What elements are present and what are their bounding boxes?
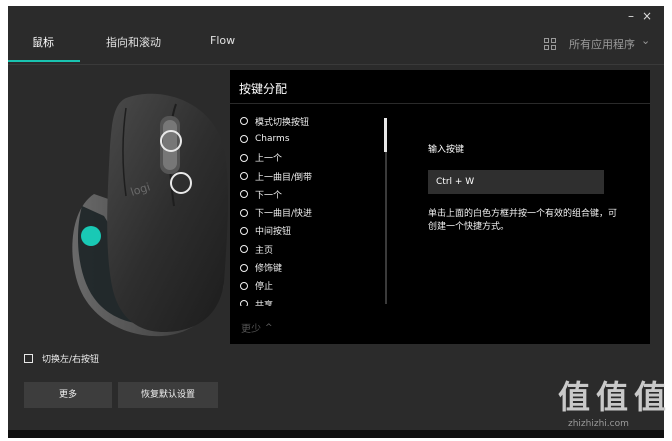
chevron-down-icon[interactable]: ⌄ xyxy=(641,34,650,47)
keystroke-help-text: 单击上面的白色方框并按一个有效的组合键，可创建一个快捷方式。 xyxy=(428,209,618,232)
action-list: 模式切换按钮 Charms 上一个 上一曲目/倒带 下一个 下一曲目/快进 中间… xyxy=(240,112,390,306)
swap-buttons-checkbox[interactable] xyxy=(24,354,33,363)
logitech-options-window: – × 鼠标 指向和滚动 Flow 所有应用程序 ⌄ logi 按键分配 模式切… xyxy=(8,6,664,438)
keystroke-input[interactable] xyxy=(428,170,604,194)
panel-header: 按键分配 xyxy=(230,70,650,104)
radio-icon[interactable] xyxy=(240,300,248,306)
watermark-logo: 值 值 值 xyxy=(556,378,670,416)
list-item[interactable]: 停止 xyxy=(240,277,390,295)
list-item[interactable]: 共享 xyxy=(240,295,390,306)
chevron-up-icon: ^ xyxy=(265,322,273,333)
action-label: 上一曲目/倒带 xyxy=(255,172,313,183)
list-item[interactable]: 主页 xyxy=(240,240,390,258)
watermark-char: 值 xyxy=(633,378,666,416)
close-button[interactable]: × xyxy=(638,8,656,24)
list-item[interactable]: 下一个 xyxy=(240,185,390,203)
hotspot-thumb-button-active[interactable] xyxy=(81,226,101,246)
tab-bar: 鼠标 指向和滚动 Flow 所有应用程序 ⌄ xyxy=(8,28,664,64)
mouse-illustration: logi xyxy=(64,86,234,350)
app-selector[interactable]: 所有应用程序 xyxy=(569,36,635,52)
tab-point-and-scroll[interactable]: 指向和滚动 xyxy=(106,34,161,50)
radio-icon[interactable] xyxy=(240,190,248,199)
restore-defaults-button[interactable]: 恢复默认设置 xyxy=(118,382,218,408)
radio-icon[interactable] xyxy=(240,135,248,144)
action-label: 中间按钮 xyxy=(255,227,292,238)
radio-icon[interactable] xyxy=(240,281,248,290)
keystroke-label: 输入按键 xyxy=(428,145,465,155)
title-bar: – × xyxy=(8,6,664,28)
action-label: 停止 xyxy=(255,282,274,293)
radio-icon[interactable] xyxy=(240,153,248,162)
watermark-char: 值 xyxy=(557,378,590,416)
action-label: 下一个 xyxy=(255,190,283,201)
list-item[interactable]: Charms xyxy=(240,130,390,148)
action-label: Charms xyxy=(255,134,290,145)
action-label: 下一曲目/快进 xyxy=(255,209,313,220)
grid-icon[interactable] xyxy=(544,38,556,50)
bottom-strip xyxy=(8,430,664,438)
tab-flow[interactable]: Flow xyxy=(210,34,235,47)
list-item[interactable]: 下一曲目/快进 xyxy=(240,203,390,221)
less-label: 更少 xyxy=(241,324,261,335)
swap-buttons-label: 切换左/右按钮 xyxy=(42,355,100,365)
hotspot-middle-button[interactable] xyxy=(170,172,192,194)
list-item[interactable]: 中间按钮 xyxy=(240,222,390,240)
tab-mouse[interactable]: 鼠标 xyxy=(32,34,54,50)
hotspot-mode-shift-button[interactable] xyxy=(160,130,182,152)
action-label: 上一个 xyxy=(255,154,283,165)
radio-icon[interactable] xyxy=(240,172,248,181)
watermark-char: 值 xyxy=(595,378,628,416)
scrollbar-thumb[interactable] xyxy=(384,118,387,152)
swap-buttons-option[interactable]: 切换左/右按钮 xyxy=(24,352,99,365)
action-label: 模式切换按钮 xyxy=(255,117,310,128)
watermark-url: zhizhizhi.com xyxy=(568,419,629,429)
less-link[interactable]: 更少 ^ xyxy=(241,320,273,336)
radio-icon[interactable] xyxy=(240,117,248,126)
list-item[interactable]: 上一曲目/倒带 xyxy=(240,167,390,185)
radio-icon[interactable] xyxy=(240,226,248,235)
list-item[interactable]: 修饰键 xyxy=(240,258,390,276)
button-assignment-panel: 按键分配 模式切换按钮 Charms 上一个 上一曲目/倒带 下一个 下一曲目/… xyxy=(230,70,650,344)
more-button[interactable]: 更多 xyxy=(24,382,112,408)
radio-icon[interactable] xyxy=(240,245,248,254)
action-label: 修饰键 xyxy=(255,264,283,275)
action-label: 共享 xyxy=(255,300,274,306)
panel-title: 按键分配 xyxy=(239,82,288,96)
radio-icon[interactable] xyxy=(240,263,248,272)
mouse-image: logi xyxy=(72,93,228,337)
tab-separator xyxy=(8,64,664,65)
action-label: 主页 xyxy=(255,245,274,256)
list-item[interactable]: 上一个 xyxy=(240,149,390,167)
radio-icon[interactable] xyxy=(240,208,248,217)
list-item[interactable]: 模式切换按钮 xyxy=(240,112,390,130)
active-tab-indicator xyxy=(8,60,80,62)
